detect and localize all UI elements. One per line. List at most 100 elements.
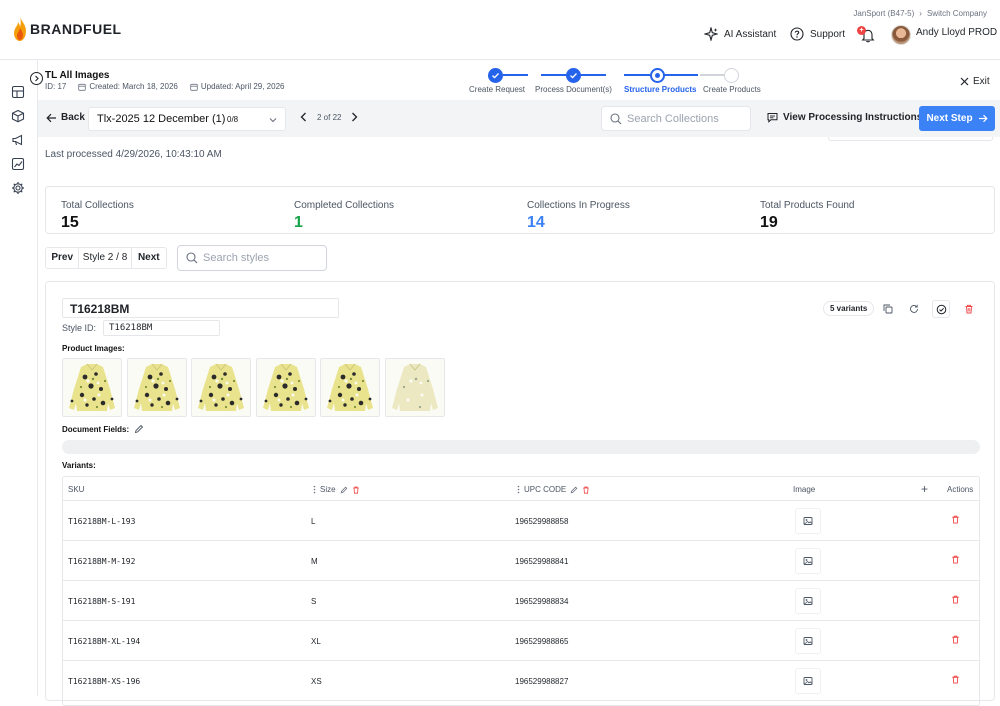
- copy-icon: [883, 304, 893, 314]
- approve-style-button[interactable]: [932, 300, 950, 318]
- column-header-label: Image: [793, 485, 816, 494]
- size-cell[interactable]: L: [311, 517, 315, 526]
- check-icon: [492, 73, 499, 79]
- stat-label: Total Collections: [61, 200, 134, 211]
- sku-cell[interactable]: T16218BM-M-192: [68, 557, 135, 566]
- trash-icon[interactable]: [582, 486, 590, 494]
- box-icon[interactable]: [11, 109, 25, 123]
- size-cell[interactable]: M: [311, 557, 318, 566]
- column-header-label: UPC CODE: [524, 485, 567, 494]
- upc-cell[interactable]: 196529988841: [515, 557, 568, 566]
- pencil-icon[interactable]: [570, 486, 578, 494]
- product-image-thumbnail[interactable]: [126, 358, 187, 417]
- user-menu[interactable]: Andy Lloyd PROD: [916, 27, 997, 38]
- product-image-thumbnail[interactable]: [191, 358, 251, 417]
- step-connector: [624, 74, 650, 76]
- style-search-input[interactable]: Search styles: [177, 245, 327, 271]
- upc-cell[interactable]: 196529988834: [515, 597, 568, 606]
- view-processing-instructions-button[interactable]: View Processing Instructions: [767, 112, 922, 123]
- document-select[interactable]: Tlx-2025 12 December (1) 0/8: [88, 107, 286, 131]
- shirt-image: [385, 359, 444, 416]
- product-image-thumbnail[interactable]: [384, 358, 445, 417]
- variant-image-button[interactable]: [795, 548, 821, 574]
- ai-assistant-button[interactable]: AI Assistant: [704, 27, 776, 41]
- step-structure-products[interactable]: [650, 68, 665, 83]
- switch-company-link[interactable]: Switch Company: [927, 9, 987, 18]
- gear-icon[interactable]: [11, 181, 25, 195]
- document-fields-area[interactable]: [62, 440, 980, 454]
- refresh-icon: [910, 304, 918, 313]
- product-image-thumbnail[interactable]: [320, 358, 380, 417]
- next-step-button[interactable]: Next Step: [919, 106, 995, 131]
- upc-cell[interactable]: 196529988827: [515, 677, 568, 686]
- trash-icon[interactable]: [951, 595, 960, 604]
- shirt-image: [321, 359, 379, 416]
- notification-badge: +: [857, 26, 866, 35]
- support-button[interactable]: Support: [790, 27, 845, 41]
- search-icon: [186, 252, 198, 264]
- variant-image-button[interactable]: [795, 588, 821, 614]
- drag-handle-icon[interactable]: [313, 485, 316, 494]
- variants-label: Variants:: [62, 461, 96, 470]
- size-cell[interactable]: XL: [311, 637, 321, 646]
- copy-style-button[interactable]: [879, 300, 897, 318]
- document-toolbar: Back Tlx-2025 12 December (1) 0/8 2 of 2…: [38, 100, 1000, 137]
- dashboard-icon[interactable]: [11, 85, 25, 99]
- trash-icon[interactable]: [951, 675, 960, 684]
- close-icon: [960, 77, 969, 86]
- exit-button[interactable]: Exit: [960, 76, 990, 87]
- step-create-products[interactable]: [724, 68, 739, 83]
- prev-style-button[interactable]: Prev: [46, 248, 80, 268]
- stat-label: Collections In Progress: [527, 200, 630, 211]
- trash-icon[interactable]: [951, 635, 960, 644]
- sidebar-expand-button[interactable]: [30, 72, 43, 85]
- upc-cell[interactable]: 196529988865: [515, 637, 568, 646]
- trash-icon[interactable]: [951, 555, 960, 564]
- refresh-style-button[interactable]: [905, 300, 923, 318]
- style-id-input[interactable]: T16218BM: [103, 320, 220, 336]
- upc-cell[interactable]: 196529988858: [515, 517, 568, 526]
- sparkle-icon: [704, 27, 718, 41]
- style-name-input[interactable]: T16218BM: [62, 298, 339, 318]
- column-header-label: SKU: [68, 485, 85, 494]
- created-date-text: Created: March 18, 2026: [89, 82, 178, 91]
- collection-search-input[interactable]: Search Collections: [601, 106, 751, 131]
- stat-collections-in-progress: Collections In Progress 14: [527, 200, 630, 232]
- sku-cell[interactable]: T16218BM-L-193: [68, 517, 135, 526]
- stat-label: Total Products Found: [760, 200, 855, 211]
- stat-total-collections: Total Collections 15: [61, 200, 134, 232]
- chevron-right-icon[interactable]: [351, 112, 358, 122]
- column-header-image: Image: [793, 485, 815, 494]
- size-cell[interactable]: S: [311, 597, 316, 606]
- image-analytics-icon[interactable]: [11, 157, 25, 171]
- brand-logo[interactable]: BRANDFUEL: [12, 16, 122, 42]
- style-id-label: Style ID:: [62, 323, 97, 333]
- variant-image-button[interactable]: [795, 668, 821, 694]
- size-cell[interactable]: XS: [311, 677, 322, 686]
- step-process-documents[interactable]: [566, 68, 581, 83]
- shirt-image: [63, 359, 121, 416]
- trash-icon[interactable]: [352, 486, 360, 494]
- avatar[interactable]: [891, 25, 911, 45]
- sku-cell[interactable]: T16218BM-XS-196: [68, 677, 140, 686]
- delete-style-button[interactable]: [960, 300, 978, 318]
- trash-icon[interactable]: [951, 515, 960, 524]
- product-image-thumbnail[interactable]: [255, 358, 316, 417]
- next-step-label: Next Step: [926, 113, 973, 124]
- product-image-thumbnail[interactable]: [62, 358, 122, 417]
- collection-stats: Total Collections 15 Completed Collectio…: [45, 186, 995, 234]
- drag-handle-icon[interactable]: [517, 485, 520, 494]
- step-connector: [700, 74, 724, 76]
- variant-image-button[interactable]: [795, 508, 821, 534]
- chevron-left-icon[interactable]: [300, 112, 307, 122]
- add-column-button[interactable]: +: [921, 482, 928, 496]
- sku-cell[interactable]: T16218BM-S-191: [68, 597, 135, 606]
- pencil-icon[interactable]: [134, 424, 144, 434]
- step-create-request[interactable]: [488, 68, 503, 83]
- back-button[interactable]: Back: [46, 112, 85, 123]
- pencil-icon[interactable]: [340, 486, 348, 494]
- variant-image-button[interactable]: [795, 628, 821, 654]
- sku-cell[interactable]: T16218BM-XL-194: [68, 637, 140, 646]
- next-style-button[interactable]: Next: [130, 248, 166, 268]
- megaphone-icon[interactable]: [11, 133, 25, 147]
